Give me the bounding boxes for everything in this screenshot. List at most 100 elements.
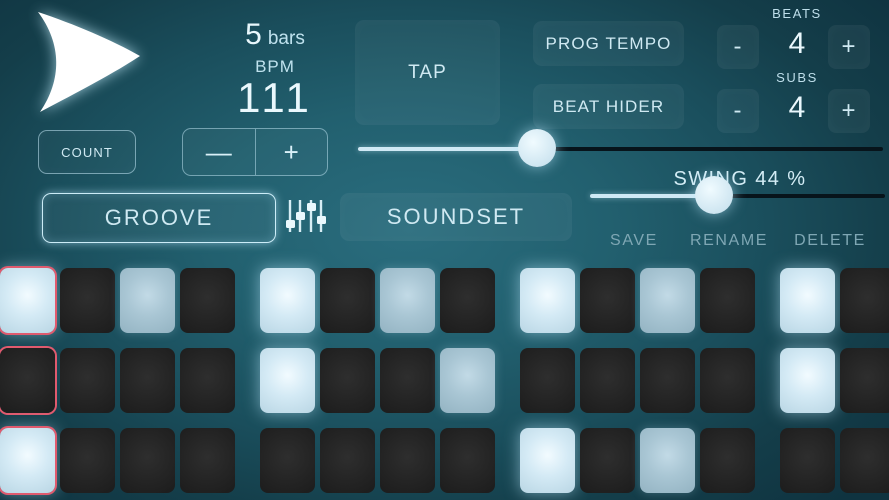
tempo-slider-fill (358, 147, 537, 151)
tap-button[interactable]: TAP (355, 20, 500, 125)
groove-button-label: GROOVE (104, 205, 214, 230)
step-pad[interactable] (700, 268, 755, 333)
step-pad[interactable] (580, 428, 635, 493)
bpm-increment-button[interactable]: + (256, 129, 328, 175)
step-pad[interactable] (180, 348, 235, 413)
beats-label: BEATS (772, 6, 822, 21)
beats-decrement-button[interactable]: - (717, 25, 759, 69)
step-pad[interactable] (580, 268, 635, 333)
step-pad[interactable] (440, 348, 495, 413)
rename-button[interactable]: RENAME (679, 228, 779, 254)
step-pad[interactable] (180, 428, 235, 493)
step-pad[interactable] (120, 348, 175, 413)
step-pad[interactable] (700, 348, 755, 413)
step-pad[interactable] (120, 268, 175, 333)
step-pad[interactable] (320, 348, 375, 413)
swing-readout: SWING 44 % (600, 168, 880, 191)
subs-decrement-button[interactable]: - (717, 89, 759, 133)
pad-row (0, 428, 889, 493)
tempo-slider-knob[interactable] (517, 129, 556, 167)
delete-button[interactable]: DELETE (789, 228, 871, 254)
step-pad[interactable] (380, 348, 435, 413)
pad-group (520, 428, 760, 493)
subs-label: SUBS (776, 70, 818, 85)
pad-group (260, 268, 500, 333)
step-pad[interactable] (780, 348, 835, 413)
bars-readout: 5 bars (205, 18, 345, 52)
groove-button[interactable]: GROOVE (42, 193, 276, 243)
beat-hider-label: BEAT HIDER (552, 96, 665, 116)
step-pad[interactable] (60, 428, 115, 493)
tempo-slider[interactable] (358, 129, 883, 167)
prog-tempo-button[interactable]: PROG TEMPO (533, 21, 684, 66)
step-pad[interactable] (520, 268, 575, 333)
step-pad[interactable] (260, 428, 315, 493)
metronome-app: COUNT 5 bars BPM 111 — + TAP PROG TEMPO B… (0, 0, 889, 500)
pad-group (780, 348, 889, 413)
pad-group (0, 268, 240, 333)
step-pad[interactable] (520, 348, 575, 413)
bpm-stepper[interactable]: — + (182, 128, 328, 176)
count-button-label: COUNT (61, 144, 113, 160)
swing-value: 44 (755, 168, 781, 190)
pad-row (0, 348, 889, 413)
save-button[interactable]: SAVE (598, 228, 670, 254)
mixer-faders-icon[interactable] (283, 194, 329, 238)
bpm-value: 111 (237, 74, 313, 121)
bars-unit: bars (267, 28, 305, 49)
pad-group (260, 428, 500, 493)
step-pad[interactable] (0, 348, 55, 413)
beats-increment-button[interactable]: + (828, 25, 870, 69)
swing-unit: % (787, 168, 807, 190)
play-arrow-icon[interactable] (24, 6, 144, 118)
soundset-button-label: SOUNDSET (386, 204, 526, 229)
step-pad[interactable] (700, 428, 755, 493)
step-pad[interactable] (780, 428, 835, 493)
step-pad[interactable] (580, 348, 635, 413)
step-sequencer-grid (0, 268, 889, 500)
step-pad[interactable] (640, 348, 695, 413)
tap-button-label: TAP (408, 61, 447, 83)
step-pad[interactable] (0, 428, 55, 493)
prog-tempo-label: PROG TEMPO (545, 33, 672, 53)
soundset-button[interactable]: SOUNDSET (340, 193, 572, 241)
step-pad[interactable] (840, 428, 889, 493)
beat-hider-button[interactable]: BEAT HIDER (533, 84, 684, 129)
step-pad[interactable] (520, 428, 575, 493)
beats-value: 4 (788, 27, 806, 60)
step-pad[interactable] (0, 268, 55, 333)
step-pad[interactable] (440, 428, 495, 493)
subs-increment-button[interactable]: + (828, 89, 870, 133)
step-pad[interactable] (840, 348, 889, 413)
step-pad[interactable] (180, 268, 235, 333)
step-pad[interactable] (640, 428, 695, 493)
pad-group (780, 268, 889, 333)
step-pad[interactable] (120, 428, 175, 493)
pad-row (0, 268, 889, 333)
bpm-decrement-button[interactable]: — (183, 129, 256, 175)
step-pad[interactable] (260, 348, 315, 413)
step-pad[interactable] (780, 268, 835, 333)
control-panel: COUNT 5 bars BPM 111 — + TAP PROG TEMPO B… (0, 0, 889, 265)
count-button[interactable]: COUNT (38, 130, 136, 174)
pad-group (520, 268, 760, 333)
pad-group (520, 348, 760, 413)
step-pad[interactable] (60, 348, 115, 413)
step-pad[interactable] (380, 268, 435, 333)
step-pad[interactable] (380, 428, 435, 493)
subs-value: 4 (788, 91, 806, 124)
step-pad[interactable] (320, 428, 375, 493)
step-pad[interactable] (640, 268, 695, 333)
pad-group (0, 348, 240, 413)
step-pad[interactable] (260, 268, 315, 333)
pad-group (780, 428, 889, 493)
swing-slider[interactable] (590, 176, 885, 214)
step-pad[interactable] (840, 268, 889, 333)
step-pad[interactable] (440, 268, 495, 333)
swing-slider-knob[interactable] (694, 176, 733, 214)
pad-group (0, 428, 240, 493)
step-pad[interactable] (60, 268, 115, 333)
pad-group (260, 348, 500, 413)
step-pad[interactable] (320, 268, 375, 333)
bars-value: 5 (245, 18, 262, 51)
